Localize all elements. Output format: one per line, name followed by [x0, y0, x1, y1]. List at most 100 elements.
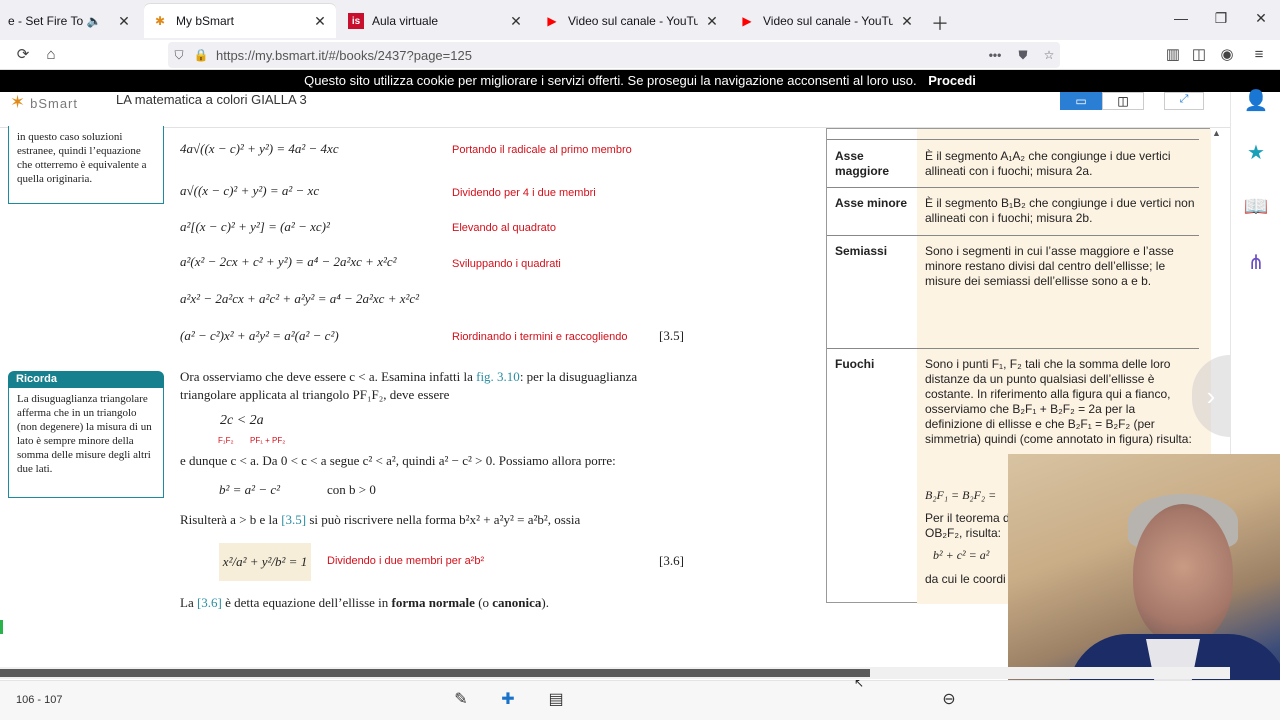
equation-step-3: a²[(x − c)² + y²] = (a² − xc)²	[180, 219, 330, 234]
add-content-icon[interactable]: ✚	[497, 689, 519, 711]
bookmark-star-icon[interactable]: ☆	[1038, 48, 1060, 62]
tab-youtube-2[interactable]: ▶ Video sul canale - YouTube Stu ✕	[731, 6, 923, 36]
restore-button[interactable]: ❐	[1206, 10, 1236, 27]
figure-ref-link[interactable]: fig. 3.10	[476, 369, 520, 384]
pocket-icon[interactable]: ⛊	[1012, 48, 1034, 63]
fullscreen-button[interactable]: ⤢	[1164, 92, 1204, 110]
accept-cookies-button[interactable]: Procedi	[928, 73, 976, 88]
table-value: Sono i punti F₁, F₂ tali che la somma de…	[925, 357, 1192, 446]
close-window-button[interactable]: ✕	[1246, 10, 1276, 27]
archive-icon[interactable]: ▤	[545, 689, 567, 711]
equation-step-5: a²x² − 2a²cx + a²c² + a²y² = a⁴ − 2a²xc …	[180, 291, 420, 306]
youtube-icon: ▶	[742, 14, 752, 28]
table-row: Asse minore È il segmento B₁B₂ che congi…	[827, 188, 1199, 236]
close-icon[interactable]: ✕	[704, 13, 720, 30]
new-tab-button[interactable]: ＋	[925, 10, 955, 36]
book-icon[interactable]: 📖	[1243, 194, 1269, 220]
step-note-1: Portando il radicale al primo membro	[452, 144, 632, 156]
paragraph-4-text-c: (o	[474, 595, 493, 610]
tab-bar: e - Set Fire To The Rain 🔈 ✕ ✱ My bSmart…	[0, 0, 1280, 40]
cookie-text: Questo sito utilizza cookie per migliora…	[304, 73, 917, 88]
page-marker	[0, 620, 3, 634]
equation-ref-link[interactable]: [3.5]	[281, 512, 306, 527]
sitemap-icon[interactable]: ⋔	[1243, 250, 1269, 276]
definition-condition: con b > 0	[327, 482, 376, 497]
library-icon[interactable]: ▥	[1162, 44, 1184, 66]
youtube-icon: ▶	[547, 14, 557, 28]
close-icon[interactable]: ✕	[899, 13, 915, 30]
pencil-icon[interactable]: ✎	[450, 689, 472, 711]
step-note-3: Elevando al quadrato	[452, 222, 556, 234]
paragraph-3-text-a: Risulterà a > b e la	[180, 512, 282, 527]
step-note-6: Riordinando i termini e raccogliendo	[452, 331, 628, 343]
definition-b: b² = a² − c²	[219, 482, 281, 497]
url-bar[interactable]: ⛉ 🔒 https://my.bsmart.it/#/books/2437?pa…	[168, 42, 1060, 68]
close-icon[interactable]: ✕	[312, 13, 328, 30]
horizontal-scrollbar[interactable]	[0, 667, 1230, 679]
nav-bar: ⟳ ⌂ ⛉ 🔒 https://my.bsmart.it/#/books/243…	[0, 40, 1280, 70]
equation-step-2: a√((x − c)² + y²) = a² − xc	[180, 183, 320, 198]
equation-number-3-5: [3.5]	[659, 328, 684, 343]
bsmart-icon: ✱	[154, 14, 166, 28]
note-box: in questo caso soluzioni estranee, quind…	[8, 126, 164, 204]
paragraph-4-text-d: ).	[541, 595, 549, 610]
more-icon[interactable]: •••	[984, 48, 1006, 62]
scrollbar-thumb[interactable]	[0, 669, 870, 677]
tab-title: My bSmart	[176, 14, 235, 28]
table-value: Sono i segmenti in cui l’asse maggiore e…	[925, 244, 1174, 288]
tab-title: Aula virtuale	[372, 14, 439, 28]
paragraph-4: La [3.6] è detta equazione dell’ellisse …	[180, 594, 690, 612]
app-header: ✶ bSmart LA matematica a colori GIALLA 3 …	[0, 92, 1230, 128]
bsmart-logo-icon: ✶	[10, 92, 27, 112]
table-key: Asse maggiore	[835, 149, 890, 178]
tab-music[interactable]: e - Set Fire To The Rain 🔈 ✕	[0, 6, 140, 36]
logo[interactable]: ✶ bSmart	[10, 92, 78, 113]
minimize-button[interactable]: —	[1166, 10, 1196, 26]
ellipse-formula: x²/a² + y²/b² = 1	[219, 543, 311, 581]
table-key: Asse minore	[835, 196, 908, 210]
paragraph-4-text-a: La	[180, 595, 197, 610]
ricorda-box: La disuguaglianza triangolare afferma ch…	[8, 388, 164, 498]
double-page-view-button[interactable]: ◫	[1102, 92, 1144, 110]
inequality-sub-right: PF₁ + PF₂	[250, 436, 286, 445]
paragraph-3: Risulterà a > b e la [3.5] si può riscri…	[180, 511, 690, 529]
equation-ref-link[interactable]: [3.6]	[197, 595, 222, 610]
tab-title: e - Set Fire To The Rain	[8, 14, 86, 28]
table-value: È il segmento B₁B₂ che congiunge i due v…	[925, 196, 1195, 225]
table-key: Semiassi	[835, 244, 888, 258]
close-icon[interactable]: ✕	[508, 13, 524, 30]
equation-step-4: a²(x² − 2cx + c² + y²) = a⁴ − 2a²xc + x²…	[180, 254, 397, 269]
sidebar-icon[interactable]: ◫	[1188, 44, 1210, 66]
paragraph-1: Ora osserviamo che deve essere c < a. Es…	[180, 368, 690, 404]
table-row	[827, 129, 1199, 140]
tab-aula-virtuale[interactable]: is Aula virtuale ✕	[340, 6, 532, 36]
reload-icon[interactable]: ⟳	[12, 44, 34, 66]
step-note-4: Sviluppando i quadrati	[452, 258, 561, 270]
is-icon: is	[348, 13, 364, 29]
menu-icon[interactable]: ≡	[1248, 44, 1270, 66]
tab-my-bsmart[interactable]: ✱ My bSmart ✕	[144, 4, 336, 38]
page-indicator: 106 - 107	[16, 694, 63, 706]
home-icon[interactable]: ⌂	[40, 44, 62, 66]
shield-icon[interactable]: ⛉	[168, 48, 190, 63]
speaker-icon[interactable]: 🔈	[86, 13, 102, 29]
user-icon[interactable]: 👤	[1243, 88, 1269, 114]
note-text: in questo caso soluzioni estranee, quind…	[17, 131, 147, 185]
bottom-toolbar: 106 - 107 ✎ ✚ ▤ ⊖	[0, 680, 1280, 720]
table-value: È il segmento A₁A₂ che congiunge i due v…	[925, 149, 1171, 178]
star-icon[interactable]: ★	[1243, 140, 1269, 166]
single-page-view-button[interactable]: ▭	[1060, 92, 1102, 110]
paragraph-1-text-a: Ora osserviamo che deve essere c < a. Es…	[180, 369, 477, 384]
tab-youtube-1[interactable]: ▶ Video sul canale - YouTube Stu ✕	[536, 6, 728, 36]
table-key: Fuochi	[835, 357, 875, 371]
lock-icon[interactable]: 🔒	[190, 48, 212, 62]
zoom-out-icon[interactable]: ⊖	[938, 689, 960, 711]
url-text[interactable]: https://my.bsmart.it/#/books/2437?page=1…	[216, 48, 472, 63]
cookie-banner: Questo sito utilizza cookie per migliora…	[0, 70, 1280, 92]
table-row: Asse maggiore È il segmento A₁A₂ che con…	[827, 140, 1199, 188]
equation-step-6: (a² − c²)x² + a²y² = a²(a² − c²)	[180, 328, 339, 343]
paragraph-2: e dunque c < a. Da 0 < c < a segue c² < …	[180, 453, 616, 468]
account-icon[interactable]: ◉	[1216, 44, 1238, 66]
close-icon[interactable]: ✕	[116, 13, 132, 30]
scroll-up-icon[interactable]: ▲	[1212, 128, 1221, 138]
